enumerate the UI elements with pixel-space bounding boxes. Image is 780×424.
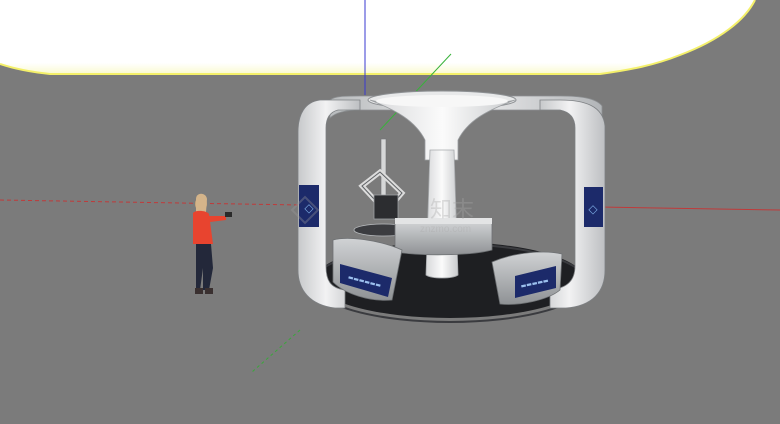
funnel-canopy-top <box>376 95 508 107</box>
watermark-text: 知末 <box>430 197 474 222</box>
left-post-logo-glyph: ◇ <box>304 201 314 215</box>
sky-area <box>0 0 755 74</box>
3d-scene[interactable]: ◇ ◇ ▬▬▬▬▬▬ ▬▬▬▬▬ 知末 znzmo.com <box>0 0 780 424</box>
right-post-logo-glyph: ◇ <box>588 202 598 216</box>
sketchup-viewport[interactable]: ◇ ◇ ▬▬▬▬▬▬ ▬▬▬▬▬ 知末 znzmo.com <box>0 0 780 424</box>
watermark-subtext: znzmo.com <box>420 224 471 235</box>
